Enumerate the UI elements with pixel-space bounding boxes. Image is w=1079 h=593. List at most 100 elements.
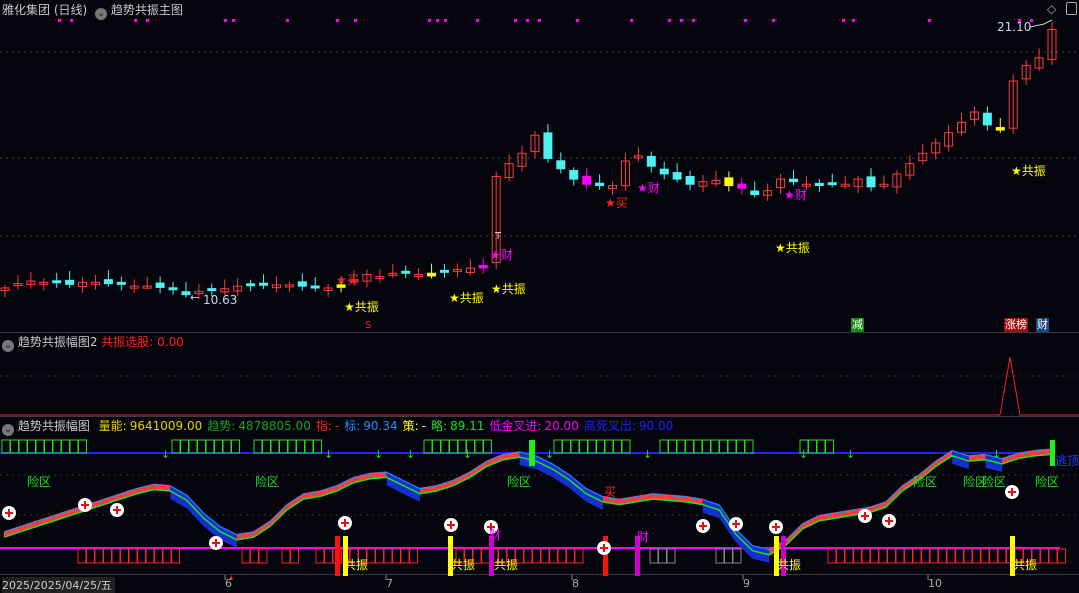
- marker-dot: [58, 19, 61, 22]
- volume-bar-green: [604, 439, 614, 454]
- volume-bar-green: [816, 439, 826, 454]
- volume-bar-red: [281, 548, 291, 564]
- trend-line: [3, 453, 1053, 556]
- volume-bar-red: [409, 548, 418, 564]
- volume-bar-green: [440, 439, 450, 454]
- volume-bar-red: [566, 548, 575, 564]
- volume-bar-green: [685, 439, 694, 454]
- candle-body: [439, 269, 449, 273]
- volume-bar-red: [827, 548, 837, 564]
- trend-band: [569, 474, 587, 502]
- marker-dot: [538, 19, 541, 22]
- candle-body: [543, 132, 553, 159]
- signal-buy: ★买: [336, 273, 359, 287]
- volume-bar-red: [963, 548, 973, 564]
- resonance-label: 共振: [777, 558, 802, 572]
- signal-bar-green: [529, 440, 535, 466]
- high-price-label: 21.10: [997, 20, 1032, 34]
- volume-bar-red: [392, 548, 401, 564]
- resonance-label: 共振: [344, 558, 369, 572]
- zone-label: 险区: [1035, 475, 1060, 489]
- candle-body: [982, 112, 992, 126]
- candle-body: [556, 160, 566, 170]
- marker-dot: [668, 19, 671, 22]
- volume-bar-green: [197, 439, 206, 454]
- candle-body: [310, 285, 320, 289]
- trend-band: [203, 512, 221, 540]
- volume-bar-red: [366, 548, 376, 564]
- trend-band: [552, 463, 570, 489]
- volume-bar-red: [128, 548, 138, 564]
- down-arrow-icon: ↓: [161, 448, 170, 461]
- volume-bar-red: [997, 548, 1007, 564]
- volume-bar-green: [736, 439, 745, 454]
- marker-dot: [772, 19, 775, 22]
- volume-bar-red: [258, 548, 268, 564]
- marker-dot: [224, 19, 227, 22]
- candle-body: [478, 265, 488, 269]
- time-axis-month: 8: [572, 577, 579, 590]
- marker-dot: [354, 19, 357, 22]
- candle-body: [259, 282, 269, 286]
- volume-bar-red: [921, 548, 930, 564]
- volume-bar-red: [1048, 548, 1058, 564]
- resonance-label: 共振: [494, 558, 519, 572]
- volume-bar-green: [808, 439, 817, 454]
- candle-body: [685, 175, 695, 185]
- tag-limit-up[interactable]: 涨榜: [1004, 318, 1028, 332]
- volume-bar-green: [270, 439, 280, 454]
- candle-body: [866, 176, 876, 188]
- signal-wealth: ★财: [637, 181, 660, 195]
- volume-bar-red: [481, 548, 490, 564]
- tag-wealth[interactable]: 财: [1036, 318, 1049, 332]
- volume-bar-red: [929, 548, 939, 564]
- down-arrow-icon: ↓: [406, 448, 415, 461]
- wealth-label: 财: [489, 528, 502, 542]
- trend-band: [170, 485, 187, 509]
- volume-bar-red: [861, 548, 871, 564]
- marker-dot: [852, 19, 855, 22]
- marker-dot: [514, 19, 517, 22]
- buy-label: 买: [604, 485, 617, 499]
- time-axis-start: 2025/2025/04/25/五: [2, 577, 115, 593]
- volume-bar-red: [77, 548, 87, 564]
- signal-wealth: ★财: [490, 248, 513, 262]
- candle-body: [116, 281, 126, 285]
- candle-body: [103, 279, 113, 285]
- volume-bar-red: [1040, 548, 1049, 564]
- volume-bar-red: [375, 548, 384, 564]
- tag-reduce[interactable]: 减: [851, 318, 864, 332]
- signal-resonance: ★共振: [344, 300, 379, 314]
- volume-bar-red: [1057, 548, 1066, 564]
- volume-bar-red: [853, 548, 862, 564]
- volume-bar-red: [523, 548, 533, 564]
- trend-band: [702, 498, 720, 519]
- zone-label: 险区: [913, 475, 938, 489]
- candle-body: [207, 288, 217, 292]
- signal-bar: [335, 536, 340, 576]
- time-axis-month: 10: [928, 577, 942, 590]
- volume-bar-green: [214, 439, 223, 454]
- volume-bar-red: [290, 548, 299, 564]
- volume-bar-green: [1, 439, 11, 454]
- volume-bar-red: [666, 548, 676, 564]
- candle-body: [750, 190, 760, 196]
- marker-dot: [526, 19, 529, 22]
- volume-bar-red: [715, 548, 725, 564]
- volume-bar-green: [262, 439, 271, 454]
- signal-buy: ★买: [605, 196, 628, 210]
- volume-bar-green: [659, 439, 669, 454]
- marker-dot: [576, 19, 579, 22]
- low-arrow-icon: ←: [190, 291, 200, 304]
- marker-dot: [444, 19, 447, 22]
- volume-bar-red: [111, 548, 121, 564]
- candle-body: [155, 282, 165, 288]
- volume-bar-green: [10, 439, 19, 454]
- volume-bar-green: [231, 439, 240, 454]
- volume-bar-green: [188, 439, 198, 454]
- time-axis-month: 7: [386, 577, 393, 590]
- down-arrow-icon: ↓: [463, 448, 472, 461]
- candle-body: [672, 172, 682, 180]
- signal-resonance: ★共振: [775, 241, 810, 255]
- volume-bar-red: [878, 548, 888, 564]
